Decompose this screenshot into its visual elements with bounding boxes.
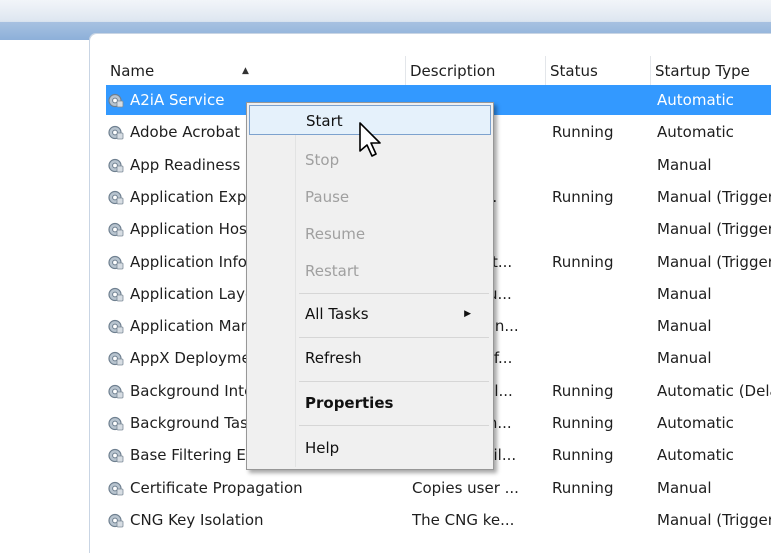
service-startup-type-cell: Automatic xyxy=(657,123,734,142)
service-status-cell xyxy=(552,311,652,341)
service-status-cell: Running xyxy=(552,123,614,142)
menu-separator xyxy=(299,381,489,382)
column-description-label: Description xyxy=(410,62,496,80)
submenu-arrow-icon: ▶ xyxy=(464,309,471,319)
service-startup-type-cell: Automatic xyxy=(657,91,734,109)
service-startup-type-cell: Manual xyxy=(657,317,712,336)
service-startup-type-cell: Manual xyxy=(657,349,712,368)
service-description-cell: Copies user ... xyxy=(412,478,519,497)
service-status-cell: Running xyxy=(552,187,614,206)
gear-icon xyxy=(108,384,124,399)
gear-icon xyxy=(108,481,124,495)
gear-icon xyxy=(108,223,124,237)
menu-item-pause-label: Pause xyxy=(305,188,350,206)
service-startup-type-cell: Automatic (Delayed Start) xyxy=(657,381,771,400)
service-startup-type-cell: Automatic xyxy=(657,414,734,432)
service-name-cell: Certificate Propagation xyxy=(130,478,303,497)
menu-item-pause[interactable]: Pause xyxy=(249,182,491,212)
service-startup-type-cell: Manual xyxy=(657,284,712,303)
service-status-cell xyxy=(552,150,652,180)
menu-item-resume[interactable]: Resume xyxy=(249,219,491,249)
service-startup-type-cell: Manual (Trigger Start) xyxy=(657,252,771,271)
menu-item-refresh[interactable]: Refresh xyxy=(249,343,491,373)
gear-icon xyxy=(108,158,124,172)
service-startup-type-cell: Manual (Trigger Start) xyxy=(657,187,771,206)
menu-item-start-label: Start xyxy=(306,112,343,130)
service-status-cell xyxy=(552,214,652,244)
gear-icon xyxy=(108,319,124,334)
service-name-cell: CNG Key Isolation xyxy=(130,510,264,529)
table-row[interactable]: CNG Key Isolation The CNG ke... Manual (Tr… xyxy=(106,505,771,535)
menu-item-help[interactable]: Help xyxy=(249,433,491,463)
menu-item-help-label: Help xyxy=(305,439,340,457)
service-status-cell: Running xyxy=(552,252,614,271)
gear-icon xyxy=(108,287,124,302)
column-name-label: Name xyxy=(110,62,155,80)
menu-separator xyxy=(299,425,489,426)
column-startup-type-label: Startup Type xyxy=(655,62,750,80)
menu-item-resume-label: Resume xyxy=(305,225,366,243)
service-status-cell xyxy=(552,279,652,309)
sort-ascending-icon: ▲ xyxy=(242,66,249,76)
service-status-cell: Running xyxy=(552,414,614,432)
menu-separator xyxy=(299,293,489,294)
service-startup-type-cell: Automatic xyxy=(657,446,734,465)
service-status-cell xyxy=(552,343,652,373)
menu-item-refresh-label: Refresh xyxy=(305,349,362,367)
service-status-cell: Running xyxy=(552,381,614,400)
service-status-cell xyxy=(552,85,652,115)
menu-item-restart-label: Restart xyxy=(305,262,359,280)
service-description-cell: The CNG ke... xyxy=(412,510,515,529)
service-status-cell: Running xyxy=(552,478,614,497)
gear-icon xyxy=(108,449,124,463)
service-startup-type-cell: Manual xyxy=(657,478,712,497)
gear-icon xyxy=(108,416,124,431)
service-startup-type-cell: Manual xyxy=(657,155,712,174)
mouse-pointer-icon xyxy=(359,122,381,157)
gear-icon xyxy=(108,126,124,140)
menu-item-properties[interactable]: Properties xyxy=(249,388,491,418)
menu-item-all-tasks-label: All Tasks xyxy=(305,305,369,323)
service-startup-type-cell: Manual (Trigger Start) xyxy=(657,220,771,239)
gear-icon xyxy=(108,190,124,205)
menu-item-all-tasks[interactable]: All Tasks ▶ xyxy=(249,299,491,329)
gear-icon xyxy=(108,513,124,528)
service-status-cell: Running xyxy=(552,446,614,465)
menu-item-properties-label: Properties xyxy=(305,394,394,412)
gear-icon xyxy=(108,255,124,269)
menu-item-stop-label: Stop xyxy=(305,151,340,169)
service-status-cell xyxy=(552,505,652,535)
column-status-label: Status xyxy=(550,62,598,80)
table-row[interactable]: Certificate Propagation Copies user ... Ru… xyxy=(106,473,771,503)
gear-icon xyxy=(108,352,124,366)
service-startup-type-cell: Manual (Trigger Start) xyxy=(657,510,771,529)
menu-separator xyxy=(299,337,489,338)
menu-item-restart[interactable]: Restart xyxy=(249,256,491,286)
gear-icon xyxy=(108,93,124,108)
